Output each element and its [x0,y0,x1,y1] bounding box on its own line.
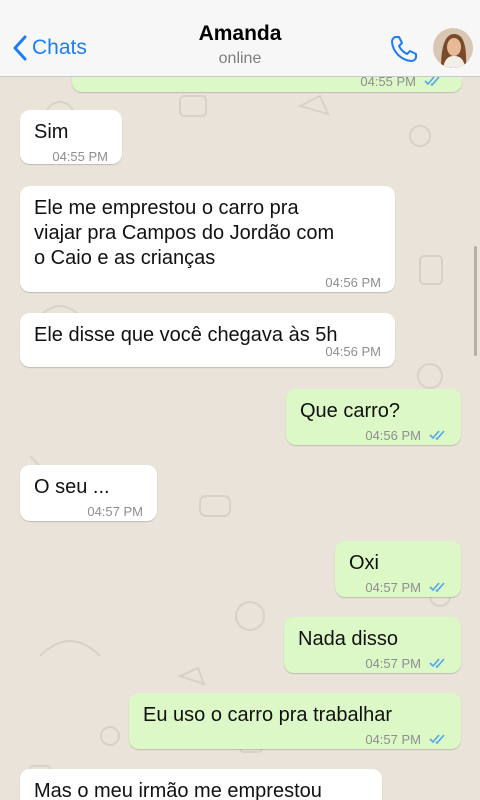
contact-name: Amanda [198,22,282,45]
message-meta: 04:57 PM [298,654,447,672]
message-meta: 04:56 PM [34,273,381,291]
message-text: Que carro? [300,400,401,422]
message-bubble-incoming[interactable]: Ele disse que você chegava às 5h 04:56 P… [20,313,395,367]
message-meta: 04:57 PM [34,502,143,520]
message-bubble-incoming[interactable]: Sim 04:55 PM [20,110,122,164]
back-button[interactable]: Chats [12,30,87,66]
scrollbar[interactable] [474,246,477,356]
message-list[interactable]: 04:55 PM Sim 04:55 PM Ele me emprestou o… [0,76,480,800]
message-time: 04:56 PM [325,343,381,359]
message-meta: 04:55 PM [34,147,108,165]
message-text: Ele me emprestou o carro pra viajar pra … [34,197,335,269]
message-time: 04:57 PM [365,579,421,595]
message-text: Nada disso [298,628,399,650]
message-time: 04:55 PM [360,76,416,89]
message-text: Oxi [349,552,379,574]
message-meta: 04:55 PM [360,76,442,90]
read-ticks-icon [429,732,447,747]
avatar-image [433,28,473,68]
message-bubble-outgoing[interactable]: Eu uso o carro pra trabalhar 04:57 PM [129,693,461,749]
back-label: Chats [32,36,87,59]
chat-header: Chats Amanda online [0,0,480,77]
message-bubble-outgoing[interactable]: 04:55 PM [72,76,462,92]
call-button[interactable] [389,34,419,69]
message-bubble-incoming[interactable]: Mas o meu irmão me emprestou [20,769,382,800]
message-time: 04:57 PM [87,503,143,519]
message-bubble-outgoing[interactable]: Oxi 04:57 PM [335,541,461,597]
message-bubble-incoming[interactable]: Ele me emprestou o carro pra viajar pra … [20,186,395,292]
message-text: Mas o meu irmão me emprestou [34,780,322,800]
message-time: 04:55 PM [52,148,108,164]
message-bubble-outgoing[interactable]: Nada disso 04:57 PM [284,617,461,673]
message-meta: 04:57 PM [143,730,447,748]
read-ticks-icon [429,656,447,671]
read-ticks-icon [424,76,442,89]
message-time: 04:57 PM [365,655,421,671]
read-ticks-icon [429,428,447,443]
message-bubble-outgoing[interactable]: Que carro? 04:56 PM [286,389,461,445]
contact-status: online [218,50,262,67]
message-meta: 04:56 PM [300,426,447,444]
message-text: O seu ... [34,476,110,498]
message-meta: 04:57 PM [349,578,447,596]
contact-avatar[interactable] [433,28,473,68]
message-time: 04:56 PM [365,427,421,443]
message-bubble-incoming[interactable]: O seu ... 04:57 PM [20,465,157,521]
message-time: 04:57 PM [365,731,421,747]
message-text: Sim [34,121,69,143]
message-text: Eu uso o carro pra trabalhar [143,704,393,726]
contact-info[interactable]: Amanda online [140,22,340,68]
message-time: 04:56 PM [325,274,381,290]
phone-icon [391,36,417,62]
read-ticks-icon [429,580,447,595]
chevron-left-icon [13,35,27,61]
